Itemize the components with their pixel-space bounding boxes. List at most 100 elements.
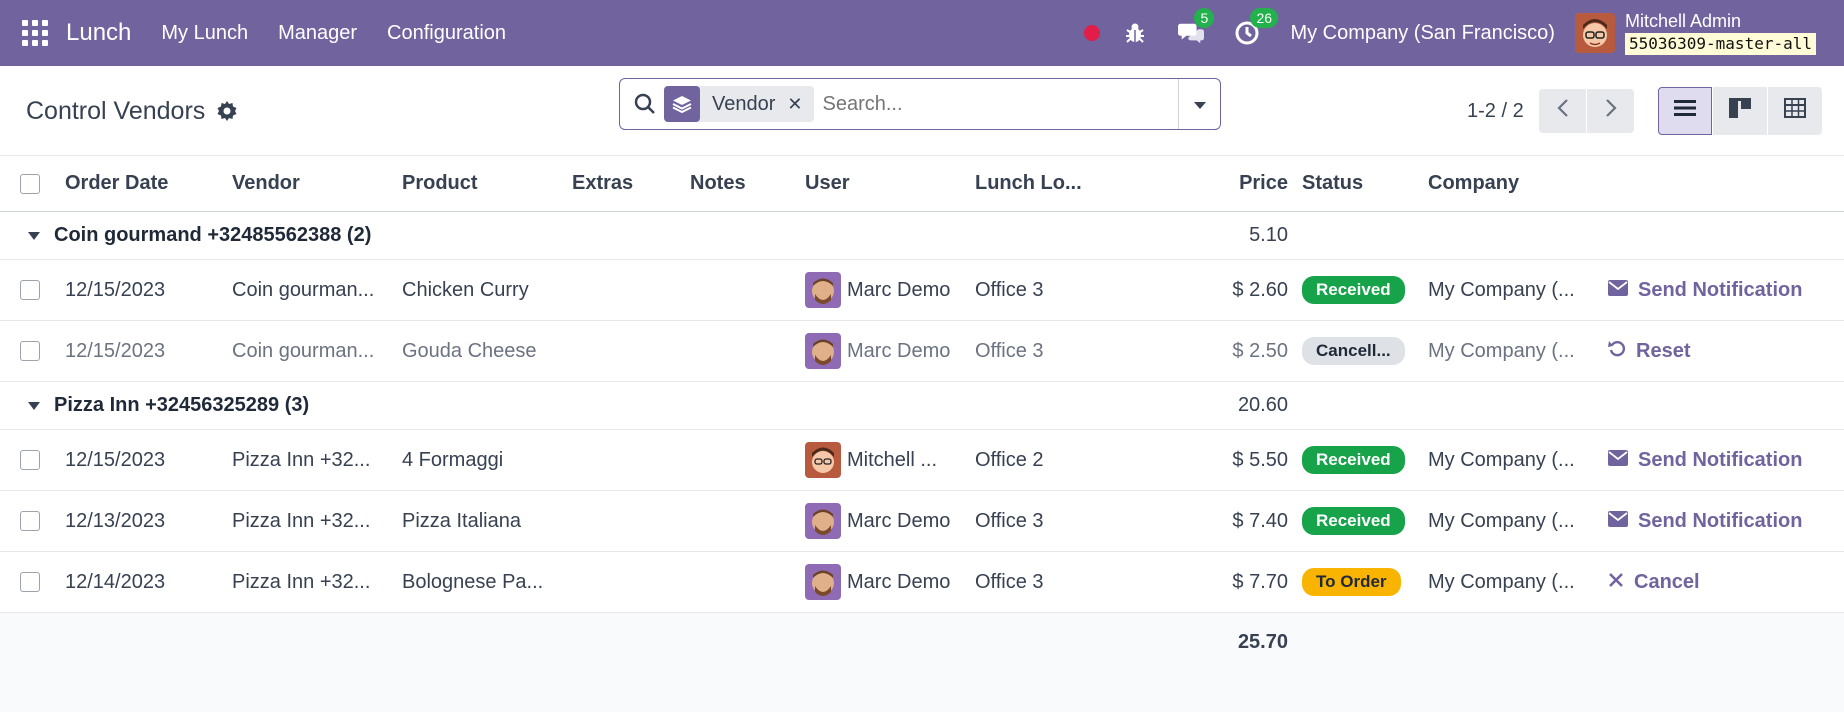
avatar[interactable]: [805, 564, 841, 600]
send-notification-button[interactable]: Send Notification: [1608, 430, 1844, 490]
status-badge: To Order: [1302, 568, 1401, 596]
database-name: 55036309-master-all: [1624, 33, 1816, 55]
company: My Company (...: [1428, 509, 1575, 532]
status-badge: Received: [1302, 446, 1405, 474]
avatar[interactable]: [805, 333, 841, 369]
column-product[interactable]: Product: [402, 156, 562, 211]
search-bar: Vendor ✕: [619, 78, 1221, 130]
column-extras[interactable]: Extras: [572, 156, 682, 211]
recording-indicator-icon[interactable]: [1084, 25, 1101, 41]
list-view-button[interactable]: [1658, 87, 1712, 135]
action-label: Send Notification: [1638, 448, 1803, 471]
lunch-location: Office 3: [975, 339, 1044, 362]
company: My Company (...: [1428, 570, 1575, 593]
pager-next-button[interactable]: [1587, 89, 1634, 133]
user-cell: Marc Demo: [805, 491, 965, 551]
column-price[interactable]: Price: [1140, 156, 1288, 211]
column-user[interactable]: User: [805, 156, 965, 211]
column-company[interactable]: Company: [1428, 156, 1588, 211]
search-facet-label: Vendor: [712, 92, 776, 115]
column-status[interactable]: Status: [1302, 156, 1422, 211]
row-checkbox[interactable]: [20, 572, 40, 592]
table-grid-icon: [1784, 98, 1806, 124]
group-price-sum: 5.10: [1249, 224, 1288, 246]
column-vendor[interactable]: Vendor: [232, 156, 392, 211]
debug-bug-icon[interactable]: [1122, 20, 1148, 46]
search-input[interactable]: [822, 92, 1178, 116]
avatar[interactable]: [805, 442, 841, 478]
vendor: Pizza Inn +32...: [232, 448, 371, 471]
vendor: Coin gourman...: [232, 278, 375, 301]
send-notification-button[interactable]: Send Notification: [1608, 260, 1844, 320]
list-view-table: Order Date Vendor Product Extras Notes U…: [0, 156, 1844, 671]
price: $ 2.50: [1232, 339, 1288, 362]
product: 4 Formaggi: [402, 448, 504, 471]
search-icon[interactable]: [634, 93, 656, 115]
company-switcher[interactable]: My Company (San Francisco): [1290, 22, 1555, 45]
company: My Company (...: [1428, 278, 1575, 301]
table-row[interactable]: 12/14/2023 Pizza Inn +32... Bolognese Pa…: [0, 552, 1844, 613]
column-order-date[interactable]: Order Date: [65, 156, 225, 211]
pager-value[interactable]: 1-2 / 2: [1467, 100, 1524, 123]
group-title: Coin gourmand +32485562388 (2): [54, 224, 372, 246]
price: $ 7.40: [1232, 509, 1288, 532]
column-lunch-location[interactable]: Lunch Lo...: [975, 156, 1135, 211]
user-name: Marc Demo: [847, 339, 951, 362]
row-checkbox[interactable]: [20, 341, 40, 361]
user-name: Mitchell Admin: [1624, 11, 1742, 31]
user-avatar[interactable]: [1574, 13, 1615, 53]
reset-button[interactable]: Reset: [1608, 321, 1844, 381]
envelope-icon: [1608, 449, 1628, 472]
pager-previous-button[interactable]: [1539, 89, 1586, 133]
control-panel: Control Vendors Vendor ✕ 1-2 / 2: [0, 66, 1844, 156]
column-notes[interactable]: Notes: [690, 156, 800, 211]
order-date: 12/13/2023: [65, 509, 166, 532]
row-checkbox[interactable]: [20, 450, 40, 470]
search-facet-groupby: Vendor ✕: [664, 86, 815, 122]
gear-icon[interactable]: [217, 101, 237, 121]
search-options-toggle[interactable]: [1178, 79, 1220, 129]
avatar[interactable]: [805, 272, 841, 308]
group-row-coin-gourmand[interactable]: Coin gourmand +32485562388 (2) 5.10: [0, 212, 1844, 260]
product: Pizza Italiana: [402, 509, 521, 532]
action-label: Send Notification: [1638, 509, 1803, 532]
row-checkbox[interactable]: [20, 280, 40, 300]
messages-icon[interactable]: 5: [1178, 8, 1215, 46]
user-name: Marc Demo: [847, 570, 951, 593]
user-cell: Mitchell ...: [805, 430, 965, 490]
table-row[interactable]: 12/15/2023 Coin gourman... Chicken Curry…: [0, 260, 1844, 321]
user-menu[interactable]: Mitchell Admin 55036309-master-all: [1624, 11, 1816, 55]
menu-manager[interactable]: Manager: [278, 22, 357, 45]
group-row-pizza-inn[interactable]: Pizza Inn +32456325289 (3) 20.60: [0, 382, 1844, 430]
app-brand[interactable]: Lunch: [66, 19, 131, 47]
pivot-view-button[interactable]: [1768, 87, 1822, 135]
menu-my-lunch[interactable]: My Lunch: [161, 22, 248, 45]
activities-clock-icon[interactable]: 26: [1234, 8, 1279, 46]
apps-menu-icon[interactable]: [22, 20, 48, 46]
kanban-view-button[interactable]: [1713, 87, 1767, 135]
order-date: 12/14/2023: [65, 570, 166, 593]
row-checkbox[interactable]: [20, 511, 40, 531]
menu-configuration[interactable]: Configuration: [387, 22, 506, 45]
cancel-button[interactable]: Cancel: [1608, 552, 1844, 612]
product: Chicken Curry: [402, 278, 529, 301]
table-row[interactable]: 12/13/2023 Pizza Inn +32... Pizza Italia…: [0, 491, 1844, 552]
group-price-sum: 20.60: [1237, 394, 1288, 416]
envelope-icon: [1608, 510, 1628, 533]
facet-remove-icon[interactable]: ✕: [787, 94, 814, 115]
envelope-icon: [1608, 279, 1628, 302]
undo-icon: [1608, 339, 1626, 363]
order-date: 12/15/2023: [65, 448, 166, 471]
list-icon: [1674, 99, 1696, 123]
table-row[interactable]: 12/15/2023 Pizza Inn +32... 4 Formaggi M…: [0, 430, 1844, 491]
select-all-checkbox[interactable]: [20, 173, 40, 194]
table-row[interactable]: 12/15/2023 Coin gourman... Gouda Cheese …: [0, 321, 1844, 382]
price: $ 7.70: [1232, 570, 1288, 593]
send-notification-button[interactable]: Send Notification: [1608, 491, 1844, 551]
lunch-location: Office 3: [975, 570, 1044, 593]
avatar[interactable]: [805, 503, 841, 539]
chevron-right-icon: [1605, 98, 1617, 124]
action-label: Cancel: [1634, 570, 1700, 593]
close-icon: [1608, 571, 1624, 594]
messages-count-badge: 5: [1194, 8, 1215, 28]
